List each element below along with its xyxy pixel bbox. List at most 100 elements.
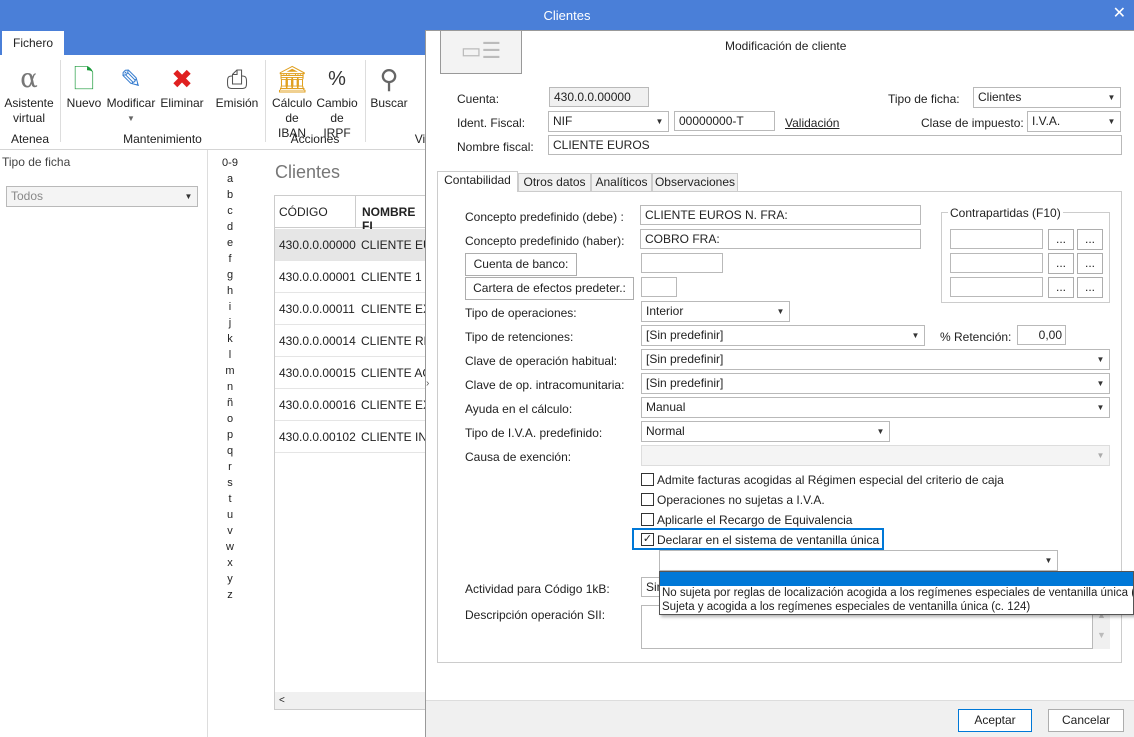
- alphabet-letter[interactable]: m: [218, 363, 242, 379]
- asistente-virtual-button[interactable]: α Asistente virtual: [3, 62, 55, 126]
- tipo-retenciones-select[interactable]: [Sin predefinir] ▼: [641, 325, 925, 346]
- ayuda-calculo-select[interactable]: Manual ▼: [641, 397, 1110, 418]
- retencion-field[interactable]: 0,00: [1017, 325, 1066, 345]
- validacion-link[interactable]: Validación: [785, 116, 839, 130]
- table-row[interactable]: 430.0.0.00014 CLIENTE RET: [275, 325, 425, 357]
- table-row[interactable]: 430.0.0.00015 CLIENTE AG: [275, 357, 425, 389]
- alphabet-letter[interactable]: k: [218, 331, 242, 347]
- cell-codigo: 430.0.0.00015: [279, 366, 356, 380]
- alphabet-letter[interactable]: z: [218, 587, 242, 603]
- tab-contabilidad[interactable]: Contabilidad: [437, 171, 518, 192]
- alphabet-letter[interactable]: b: [218, 187, 242, 203]
- contrapartida-field[interactable]: [950, 277, 1043, 297]
- dropdown-option-empty[interactable]: [660, 572, 1133, 586]
- cambio-irpf-button[interactable]: % Cambio de IRPF: [316, 62, 358, 141]
- alphabet-letter[interactable]: u: [218, 507, 242, 523]
- alphabet-letter[interactable]: x: [218, 555, 242, 571]
- tipo-ficha-filter[interactable]: Todos ▼: [6, 186, 198, 207]
- alphabet-letter[interactable]: e: [218, 235, 242, 251]
- tipo-ficha-select[interactable]: Clientes ▼: [973, 87, 1121, 108]
- causa-exencion-select[interactable]: ▼: [641, 445, 1110, 466]
- alphabet-letter[interactable]: r: [218, 459, 242, 475]
- tipo-operaciones-label: Tipo de operaciones:: [465, 306, 577, 320]
- alphabet-letter[interactable]: l: [218, 347, 242, 363]
- alphabet-letter[interactable]: d: [218, 219, 242, 235]
- cartera-button[interactable]: Cartera de efectos predeter.:: [465, 277, 634, 300]
- horizontal-scrollbar[interactable]: <: [275, 692, 425, 709]
- alphabet-letter[interactable]: n: [218, 379, 242, 395]
- alphabet-letter[interactable]: h: [218, 283, 242, 299]
- tipo-operaciones-select[interactable]: Interior ▼: [641, 301, 790, 322]
- alphabet-letter[interactable]: v: [218, 523, 242, 539]
- nombre-fiscal-field[interactable]: CLIENTE EUROS: [548, 135, 1122, 155]
- alphabet-letter[interactable]: f: [218, 251, 242, 267]
- chevron-down-icon: ▼: [127, 114, 135, 123]
- table-row[interactable]: 430.0.0.00001 CLIENTE 1: [275, 261, 425, 293]
- dropdown-option[interactable]: Sujeta y acogida a los regímenes especia…: [660, 600, 1133, 614]
- alphabet-letter[interactable]: o: [218, 411, 242, 427]
- cuenta-banco-button[interactable]: Cuenta de banco:: [465, 253, 577, 276]
- alphabet-letter[interactable]: w: [218, 539, 242, 555]
- calculo-iban-button[interactable]: 🏛 Cálculo de IBAN: [270, 62, 314, 141]
- clave-intra-select[interactable]: [Sin predefinir] ▼: [641, 373, 1110, 394]
- alphabet-letter[interactable]: c: [218, 203, 242, 219]
- aceptar-button[interactable]: Aceptar: [958, 709, 1032, 732]
- concepto-haber-field[interactable]: COBRO FRA:: [640, 229, 921, 249]
- alphabet-letter[interactable]: i: [218, 299, 242, 315]
- alphabet-letter[interactable]: s: [218, 475, 242, 491]
- alphabet-letter[interactable]: t: [218, 491, 242, 507]
- cancelar-button[interactable]: Cancelar: [1048, 709, 1124, 732]
- tab-analiticos[interactable]: Analíticos: [591, 173, 652, 191]
- clave-habitual-select[interactable]: [Sin predefinir] ▼: [641, 349, 1110, 370]
- contrapartida-browse-button[interactable]: ...: [1048, 277, 1074, 298]
- contrapartida-field[interactable]: [950, 253, 1043, 273]
- concepto-debe-field[interactable]: CLIENTE EUROS N. FRA:: [640, 205, 921, 225]
- buscar-button[interactable]: ⚲ Buscar: [370, 62, 408, 111]
- ident-tipo-select[interactable]: NIF ▼: [548, 111, 669, 132]
- table-row[interactable]: 430.0.0.00102 CLIENTE INT: [275, 421, 425, 453]
- ventanilla-select[interactable]: ▼: [659, 550, 1058, 571]
- clase-impuesto-select[interactable]: I.V.A. ▼: [1027, 111, 1121, 132]
- contrapartida-browse-button[interactable]: ...: [1048, 253, 1074, 274]
- table-row[interactable]: 430.0.0.00000 CLIENTE EUR: [275, 229, 425, 261]
- cuenta-field[interactable]: 430.0.0.00000: [549, 87, 649, 107]
- table-row[interactable]: 430.0.0.00016 CLIENTE EXT: [275, 389, 425, 421]
- table-row[interactable]: 430.0.0.00011 CLIENTE EXT: [275, 293, 425, 325]
- tipo-iva-select[interactable]: Normal ▼: [641, 421, 890, 442]
- cartera-field[interactable]: [641, 277, 677, 297]
- header-nombre[interactable]: NOMBRE FI: [355, 196, 425, 233]
- eliminar-button[interactable]: ✖ Eliminar: [160, 62, 204, 111]
- modificar-button[interactable]: ✎ Modificar ▼: [104, 62, 158, 126]
- alphabet-letter[interactable]: 0-9: [218, 155, 242, 171]
- alphabet-letter[interactable]: q: [218, 443, 242, 459]
- emision-button[interactable]: ⎙ Emisión: [215, 62, 259, 111]
- contrapartida-browse-button[interactable]: ...: [1077, 277, 1103, 298]
- contrapartida-field[interactable]: [950, 229, 1043, 249]
- checkbox[interactable]: [641, 493, 654, 506]
- contrapartida-browse-button[interactable]: ...: [1077, 253, 1103, 274]
- tab-otros-datos[interactable]: Otros datos: [518, 173, 591, 191]
- alphabet-letter[interactable]: g: [218, 267, 242, 283]
- tab-observaciones[interactable]: Observaciones: [652, 173, 738, 191]
- header-codigo[interactable]: CÓDIGO: [279, 205, 328, 219]
- ident-field[interactable]: 00000000-T: [674, 111, 775, 131]
- checkbox[interactable]: [641, 473, 654, 486]
- button-label: Eliminar: [160, 96, 204, 110]
- alphabet-letter[interactable]: ñ: [218, 395, 242, 411]
- checkbox[interactable]: [641, 513, 654, 526]
- concepto-haber-label: Concepto predefinido (haber):: [465, 234, 625, 248]
- alphabet-letter[interactable]: p: [218, 427, 242, 443]
- contrapartida-browse-button[interactable]: ...: [1077, 229, 1103, 250]
- alphabet-letter[interactable]: j: [218, 315, 242, 331]
- select-value: I.V.A.: [1032, 114, 1061, 128]
- contrapartida-browse-button[interactable]: ...: [1048, 229, 1074, 250]
- dropdown-option[interactable]: No sujeta por reglas de localización aco…: [660, 586, 1133, 600]
- alphabet-letter[interactable]: y: [218, 571, 242, 587]
- alphabet-letter[interactable]: a: [218, 171, 242, 187]
- tab-fichero[interactable]: Fichero: [2, 31, 64, 56]
- cuenta-banco-field[interactable]: [641, 253, 723, 273]
- nuevo-button[interactable]: 🗋 Nuevo: [64, 62, 104, 111]
- image-placeholder-icon[interactable]: ▭☰: [440, 30, 522, 74]
- close-icon[interactable]: ✕: [1113, 0, 1126, 28]
- chevron-right-icon[interactable]: ›: [426, 378, 429, 389]
